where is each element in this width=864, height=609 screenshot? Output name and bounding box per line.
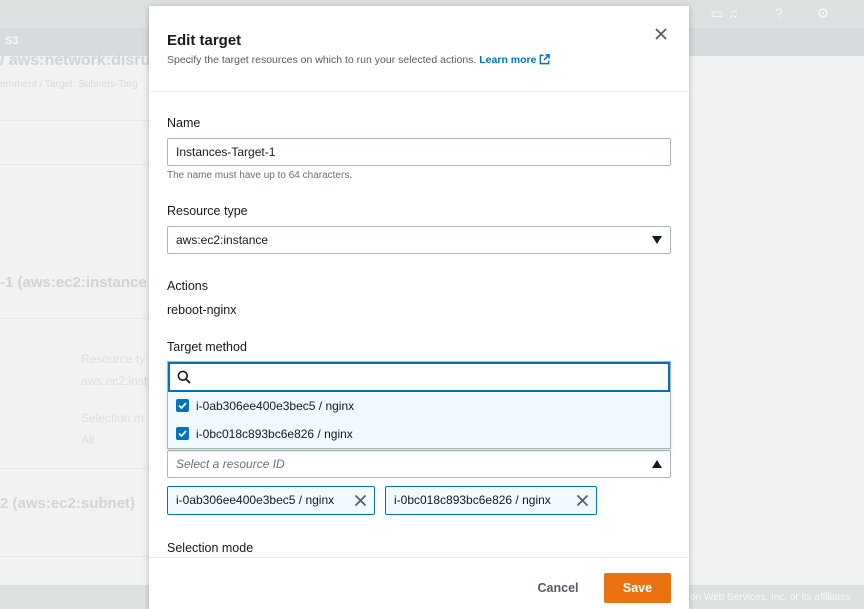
name-input[interactable]: Instances-Target-1 [167, 138, 671, 166]
resource-type-select[interactable]: aws:ec2:instance [167, 226, 671, 254]
modal-footer: Cancel Save [149, 557, 689, 609]
target-method-label: Target method [167, 340, 247, 354]
actions-label: Actions [167, 279, 208, 293]
search-icon [177, 370, 191, 384]
resource-type-label: Resource type [167, 204, 248, 218]
save-button[interactable]: Save [604, 573, 671, 603]
name-label: Name [167, 116, 201, 130]
remove-token-icon[interactable] [354, 494, 367, 507]
learn-more-link[interactable]: Learn more [479, 54, 551, 66]
actions-value: reboot-nginx [167, 303, 237, 317]
resource-type-value: aws:ec2:instance [176, 233, 269, 247]
selected-resource-token: i-0bc018c893bc6e826 / nginx [385, 486, 597, 515]
selected-resource-token: i-0ab306ee400e3bec5 / nginx [167, 486, 375, 515]
checkbox-checked-icon[interactable] [176, 427, 189, 440]
external-link-icon [540, 54, 551, 65]
token-label: i-0ab306ee400e3bec5 / nginx [176, 493, 335, 507]
resource-id-placeholder: Select a resource ID [176, 457, 285, 471]
caret-down-icon [652, 236, 662, 244]
name-hint: The name must have up to 64 characters. [167, 170, 353, 181]
learn-more-label[interactable]: Learn more [479, 54, 536, 66]
close-icon[interactable] [653, 26, 669, 42]
resource-id-select[interactable]: Select a resource ID [167, 450, 671, 478]
dropdown-search-input[interactable] [168, 362, 670, 392]
resource-id-dropdown: i-0ab306ee400e3bec5 / nginx i-0bc018c893… [167, 361, 671, 449]
dropdown-option[interactable]: i-0ab306ee400e3bec5 / nginx [168, 392, 670, 420]
modal-title: Edit target [167, 32, 242, 49]
dropdown-option[interactable]: i-0bc018c893bc6e826 / nginx [168, 420, 670, 448]
option-label: i-0ab306ee400e3bec5 / nginx [196, 399, 355, 413]
token-label: i-0bc018c893bc6e826 / nginx [394, 493, 551, 507]
edit-target-modal: Edit target Specify the target resources… [149, 6, 689, 609]
remove-token-icon[interactable] [576, 494, 589, 507]
cancel-button[interactable]: Cancel [527, 574, 589, 602]
description-text: Specify the target resources on which to… [167, 54, 477, 66]
selection-mode-label: Selection mode [167, 541, 254, 555]
modal-body: Name Instances-Target-1 The name must ha… [149, 93, 689, 557]
modal-header: Edit target Specify the target resources… [149, 6, 689, 92]
checkbox-checked-icon[interactable] [176, 399, 189, 412]
caret-up-icon [652, 460, 662, 468]
modal-description: Specify the target resources on which to… [167, 54, 551, 66]
option-label: i-0bc018c893bc6e826 / nginx [196, 427, 353, 441]
